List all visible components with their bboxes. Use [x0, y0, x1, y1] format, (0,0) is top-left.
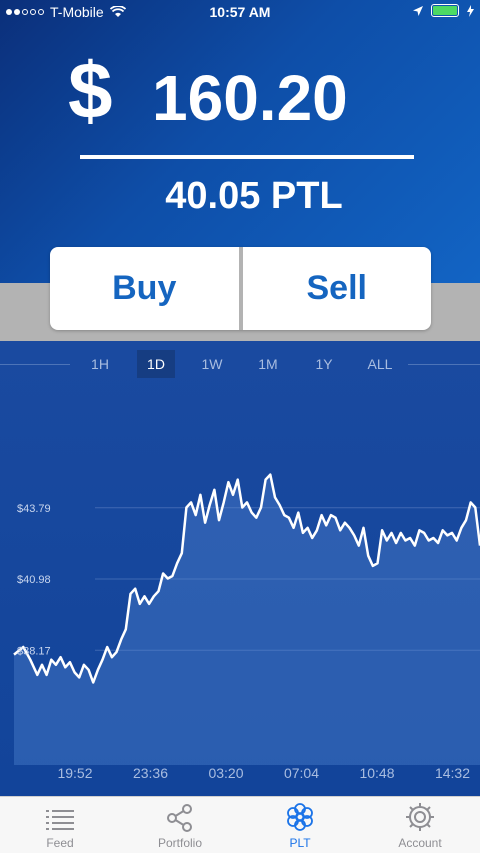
status-bar: T-Mobile 10:57 AM — [0, 0, 480, 24]
price-area-fill — [14, 474, 480, 765]
plt-logo-icon — [287, 803, 313, 831]
tab-plt[interactable]: PLT — [240, 797, 360, 853]
x-tick-label: 23:36 — [133, 765, 168, 781]
tab-account[interactable]: Account — [360, 797, 480, 853]
battery-icon — [431, 4, 459, 17]
charging-icon — [467, 4, 474, 17]
tab-feed-label: Feed — [46, 836, 74, 850]
x-tick-label: 03:20 — [208, 765, 243, 781]
price-header: T-Mobile 10:57 AM $ 160.20 40.05 PTL — [0, 0, 480, 283]
price-line-chart[interactable]: $43.79 $40.98 $38.17 19:52 23:36 03:20 07:04 1… — [0, 341, 480, 796]
y-tick-label: $38.17 — [17, 645, 51, 657]
currency-symbol: $ — [68, 46, 113, 135]
tab-portfolio-label: Portfolio — [157, 836, 203, 850]
ptl-amount: 40.05 PTL — [165, 175, 343, 217]
gear-icon — [406, 803, 434, 831]
trade-buttons: Buy Sell — [50, 247, 431, 330]
status-time: 10:57 AM — [209, 4, 271, 20]
x-tick-label: 10:48 — [359, 765, 394, 781]
list-icon — [46, 810, 74, 830]
tab-feed[interactable]: Feed — [0, 797, 120, 853]
y-tick-label: $40.98 — [17, 574, 51, 586]
tab-portfolio[interactable]: Portfolio — [120, 797, 240, 853]
x-tick-label: 07:04 — [284, 765, 319, 781]
usd-price: 160.20 — [152, 62, 348, 134]
tab-plt-label: PLT — [289, 836, 311, 850]
location-icon — [413, 5, 423, 16]
price-divider — [80, 155, 414, 159]
x-tick-label: 19:52 — [57, 765, 92, 781]
sell-button[interactable]: Sell — [243, 247, 432, 330]
share-icon — [167, 804, 192, 832]
tab-account-label: Account — [398, 836, 442, 850]
tab-bar: Feed Portfolio PLT Account — [0, 796, 480, 853]
x-tick-label: 14:32 — [435, 765, 470, 781]
y-tick-label: $43.79 — [17, 503, 51, 515]
buy-button[interactable]: Buy — [50, 247, 239, 330]
